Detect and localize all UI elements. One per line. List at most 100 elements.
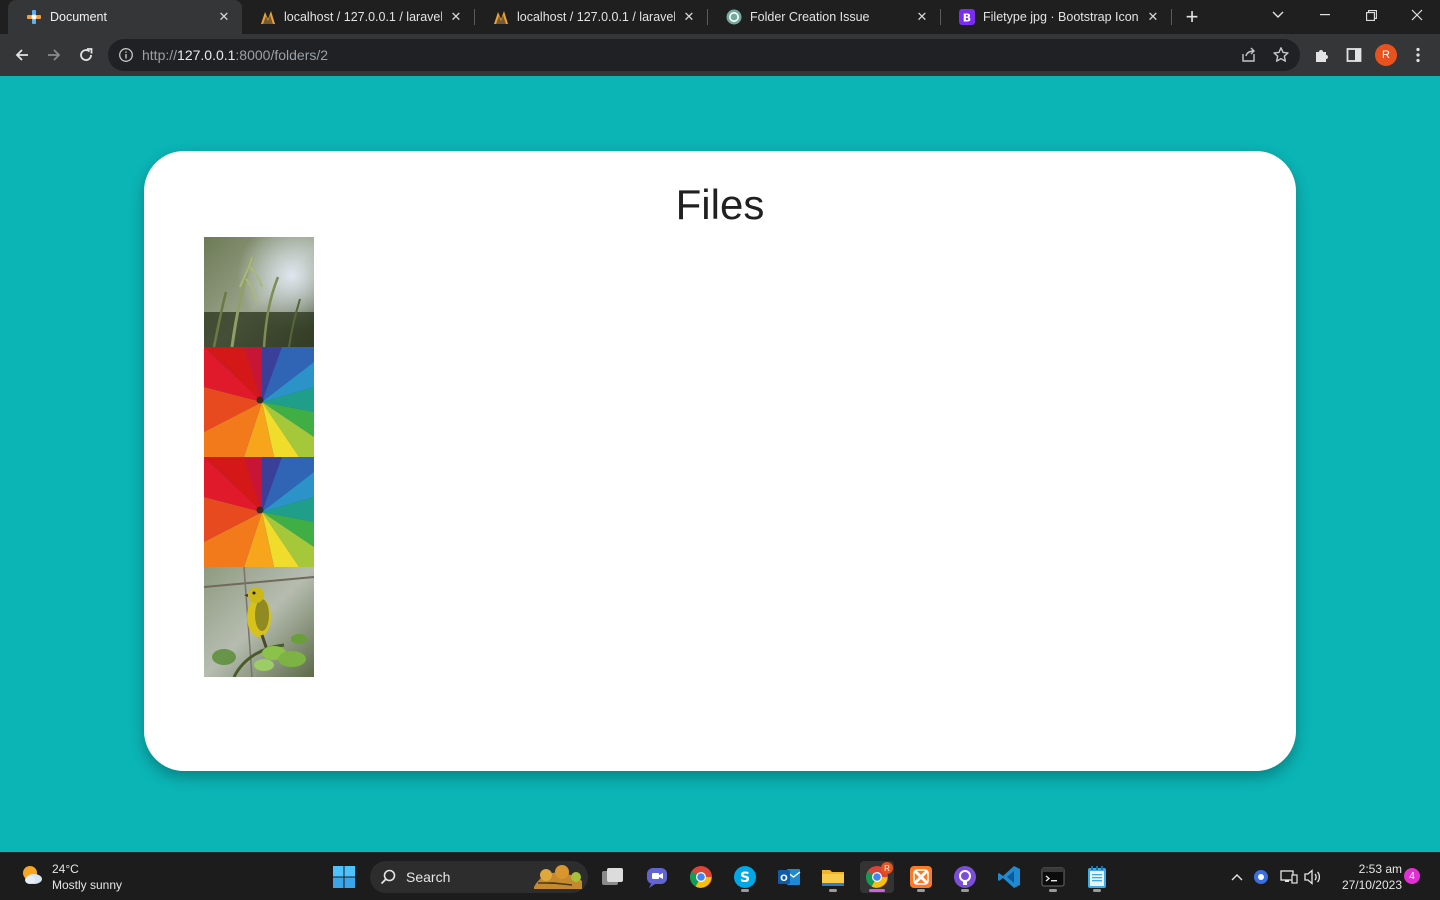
restore-button[interactable] [1348,0,1394,30]
taskbar-search[interactable]: Search [370,861,588,893]
bookmark-star-icon[interactable] [1272,46,1290,64]
url-host: 127.0.0.1 [177,47,236,63]
svg-text:S: S [740,870,750,886]
file-thumbnail-yellow-bird[interactable] [204,567,314,677]
github-desktop-icon [954,866,976,888]
close-window-button[interactable] [1394,0,1440,30]
weather-text: 24°C Mostly sunny [52,861,122,893]
vscode-icon [998,866,1020,888]
start-button[interactable] [327,861,361,893]
taskbar-terminal[interactable] [1036,861,1070,893]
tab-folder-creation-issue[interactable]: Folder Creation Issue ✕ [708,0,940,34]
tab-strip: Document ✕ localhost / 127.0.0.1 / larav… [0,0,1440,34]
taskbar-vscode[interactable] [992,861,1026,893]
url-text: http://127.0.0.1:8000/folders/2 [142,47,328,63]
system-clock[interactable]: 2:53 am 27/10/2023 [1330,861,1402,893]
folder-icon [822,870,844,886]
tab-title: Folder Creation Issue [750,10,870,24]
svg-text:B: B [963,12,971,25]
menu-kebab-icon[interactable] [1404,41,1432,69]
close-icon[interactable]: ✕ [681,9,697,25]
notification-badge[interactable]: 4 [1404,868,1420,884]
site-info-icon[interactable] [118,47,134,63]
forward-button[interactable] [40,41,68,69]
volume-speaker-icon[interactable] [1304,868,1322,886]
running-indicator [869,889,885,892]
back-button[interactable] [8,41,36,69]
taskbar-file-explorer[interactable] [816,861,850,893]
tab-phpmyadmin-2[interactable]: localhost / 127.0.0.1 / laravelim ✕ [475,0,707,34]
close-icon[interactable]: ✕ [914,9,930,25]
partly-sunny-icon [20,863,44,892]
skype-icon: S [734,866,756,888]
close-icon[interactable]: ✕ [1145,9,1161,25]
taskbar: 24°C Mostly sunny Search S O R 2:53 am 2… [0,852,1440,900]
taskbar-chat[interactable] [640,861,674,893]
taskbar-skype[interactable]: S [728,861,762,893]
tab-title: Document [50,10,107,24]
share-icon[interactable] [1240,46,1258,64]
terminal-icon [1041,867,1065,887]
taskbar-notepad[interactable] [1080,861,1114,893]
tab-phpmyadmin-1[interactable]: localhost / 127.0.0.1 / laravelim ✕ [242,0,474,34]
weather-widget[interactable]: 24°C Mostly sunny [20,861,122,893]
close-icon[interactable]: ✕ [216,9,232,25]
running-indicator [829,889,837,892]
tab-bootstrap-icons[interactable]: B Filetype jpg · Bootstrap Icons ✕ [941,0,1171,34]
side-panel-icon[interactable] [1340,41,1368,69]
windows-logo-icon [333,866,355,888]
bootstrap-icon: B [959,9,975,25]
file-thumbnail-color-fan[interactable] [204,347,314,457]
taskbar-chrome-profile[interactable]: R [860,861,894,893]
tab-divider [1171,9,1172,25]
files-card: Files [144,151,1296,771]
phpmyadmin-icon [260,9,276,25]
chrome-icon [690,866,712,888]
grass-photo [204,237,314,347]
chatgpt-icon [726,9,742,25]
page-title: Files [675,181,765,228]
clock-time: 2:53 am [1358,862,1402,876]
url-scheme: http:// [142,47,178,63]
file-thumbnail-color-fan[interactable] [204,457,314,567]
network-icon[interactable] [1280,868,1298,886]
clock-date: 27/10/2023 [1341,878,1402,892]
weather-temperature: 24°C [52,862,79,876]
minimize-button[interactable] [1302,0,1348,30]
browser-toolbar: http://127.0.0.1:8000/folders/2 R [0,34,1440,76]
running-indicator [741,889,749,892]
file-thumbnail-grass[interactable] [204,237,314,347]
url-path: :8000/folders/2 [235,47,329,63]
reload-button[interactable] [72,41,100,69]
chrome-profile-badge: R [881,862,893,874]
running-indicator [1049,889,1057,892]
task-view-icon [602,868,623,885]
tab-search-chevron-icon[interactable] [1255,0,1301,30]
search-icon [380,869,396,890]
teams-chat-icon [647,868,667,888]
xampp-icon [910,866,932,888]
tab-title: localhost / 127.0.0.1 / laravelim [284,10,442,24]
tab-document[interactable]: Document ✕ [8,0,242,34]
taskbar-chrome[interactable] [684,861,718,893]
close-icon[interactable]: ✕ [448,9,464,25]
show-hidden-icons-chevron-icon[interactable] [1228,868,1246,886]
running-indicator [1093,889,1101,892]
running-indicator [961,889,969,892]
address-bar[interactable]: http://127.0.0.1:8000/folders/2 [108,39,1300,71]
search-highlight-icon [532,863,584,896]
color-fan-photo [204,457,314,567]
new-tab-button[interactable]: + [1180,4,1204,29]
phpmyadmin-icon [493,9,509,25]
taskbar-github-desktop[interactable] [948,861,982,893]
svg-text:O: O [780,874,788,884]
taskbar-outlook[interactable]: O [772,861,806,893]
extensions-puzzle-icon[interactable] [1308,41,1336,69]
taskbar-xampp[interactable] [904,861,938,893]
tab-title: localhost / 127.0.0.1 / laravelim [517,10,675,24]
vpn-shield-icon[interactable] [1252,868,1270,886]
task-view-button[interactable] [596,861,630,893]
profile-avatar[interactable]: R [1375,44,1397,66]
notepad-icon [1088,866,1106,888]
color-fan-photo [204,347,314,457]
